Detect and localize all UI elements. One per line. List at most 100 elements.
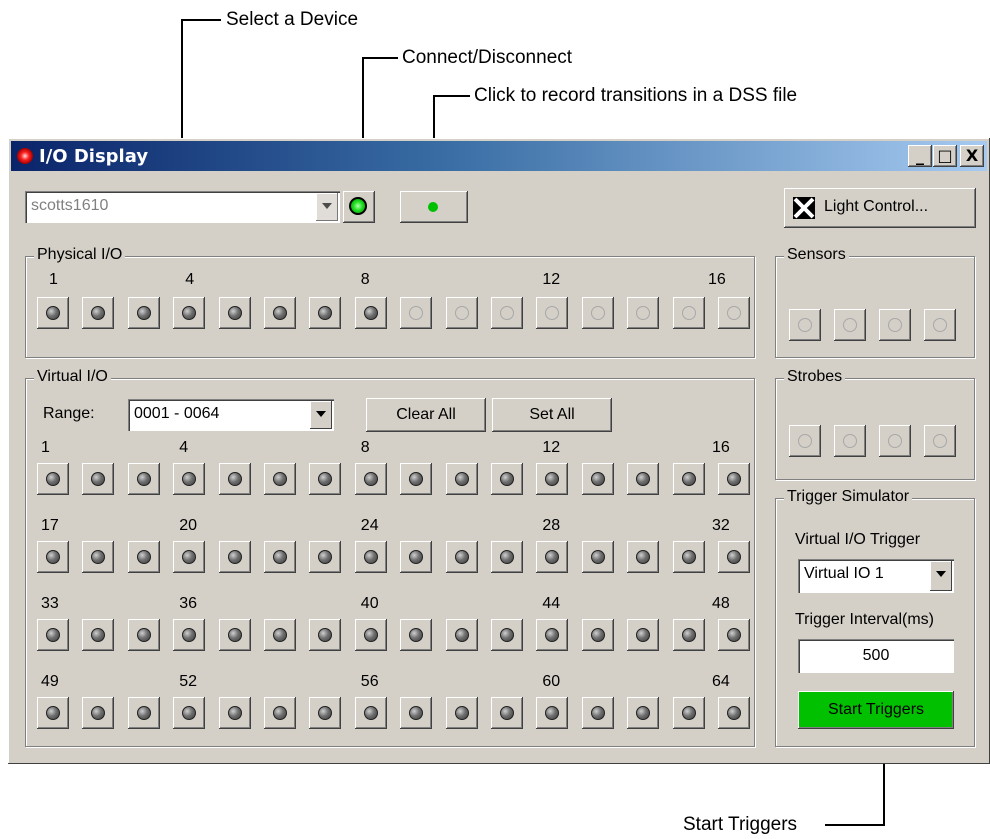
- virtual-io-led-64[interactable]: [718, 697, 750, 729]
- virtual-io-led-25[interactable]: [400, 541, 433, 573]
- virtual-io-led-7[interactable]: [309, 463, 342, 495]
- virtual-io-led-44[interactable]: [536, 619, 569, 651]
- strobe-led-1[interactable]: [789, 425, 821, 457]
- physical-io-led-14[interactable]: [627, 297, 660, 329]
- virtual-io-led-52[interactable]: [173, 697, 206, 729]
- virtual-io-led-36[interactable]: [173, 619, 206, 651]
- virtual-io-led-27[interactable]: [491, 541, 523, 573]
- virtual-io-led-49[interactable]: [37, 697, 69, 729]
- virtual-io-led-21[interactable]: [218, 541, 251, 573]
- maximize-button[interactable]: □: [933, 145, 957, 167]
- device-select[interactable]: scotts1610: [25, 191, 340, 223]
- record-button[interactable]: [400, 191, 468, 223]
- virtual-io-led-12[interactable]: [536, 463, 569, 495]
- virtual-io-led-32[interactable]: [718, 541, 750, 573]
- virtual-io-led-33[interactable]: [37, 619, 69, 651]
- physical-io-led-7[interactable]: [309, 297, 342, 329]
- strobe-led-2[interactable]: [834, 425, 866, 457]
- virtual-io-led-17[interactable]: [37, 541, 69, 573]
- virtual-io-led-46[interactable]: [627, 619, 660, 651]
- physical-io-led-10[interactable]: [445, 297, 478, 329]
- sensor-led-3[interactable]: [879, 309, 911, 341]
- virtual-io-led-37[interactable]: [218, 619, 251, 651]
- virtual-io-led-57[interactable]: [400, 697, 433, 729]
- virtual-io-led-48[interactable]: [718, 619, 750, 651]
- virtual-io-led-18[interactable]: [82, 541, 115, 573]
- virtual-io-led-9[interactable]: [400, 463, 433, 495]
- strobe-led-3[interactable]: [879, 425, 911, 457]
- virtual-io-led-61[interactable]: [581, 697, 614, 729]
- virtual-io-led-29[interactable]: [581, 541, 614, 573]
- clear-all-button[interactable]: Clear All: [366, 398, 486, 432]
- virtual-io-led-3[interactable]: [127, 463, 160, 495]
- virtual-io-led-41[interactable]: [400, 619, 433, 651]
- physical-io-led-11[interactable]: [491, 297, 523, 329]
- virtual-io-led-20[interactable]: [173, 541, 206, 573]
- vio-trigger-select[interactable]: Virtual IO 1: [798, 559, 954, 593]
- virtual-io-led-23[interactable]: [309, 541, 342, 573]
- virtual-io-led-2[interactable]: [82, 463, 115, 495]
- chevron-down-icon[interactable]: [310, 401, 332, 429]
- virtual-io-led-24[interactable]: [354, 541, 387, 573]
- set-all-button[interactable]: Set All: [492, 398, 612, 432]
- virtual-io-led-59[interactable]: [491, 697, 523, 729]
- virtual-io-led-38[interactable]: [264, 619, 296, 651]
- strobe-led-4[interactable]: [924, 425, 956, 457]
- virtual-io-led-15[interactable]: [672, 463, 705, 495]
- sensor-led-2[interactable]: [834, 309, 866, 341]
- virtual-io-led-13[interactable]: [581, 463, 614, 495]
- virtual-io-led-16[interactable]: [718, 463, 750, 495]
- physical-io-led-9[interactable]: [400, 297, 433, 329]
- virtual-io-led-26[interactable]: [445, 541, 478, 573]
- virtual-io-led-55[interactable]: [309, 697, 342, 729]
- virtual-io-led-45[interactable]: [581, 619, 614, 651]
- virtual-io-led-43[interactable]: [491, 619, 523, 651]
- sensor-led-1[interactable]: [789, 309, 821, 341]
- connect-toggle-button[interactable]: [343, 191, 375, 223]
- virtual-io-led-6[interactable]: [264, 463, 296, 495]
- virtual-io-led-50[interactable]: [82, 697, 115, 729]
- physical-io-led-5[interactable]: [218, 297, 251, 329]
- physical-io-led-13[interactable]: [581, 297, 614, 329]
- virtual-io-led-42[interactable]: [445, 619, 478, 651]
- virtual-io-led-47[interactable]: [672, 619, 705, 651]
- virtual-io-led-4[interactable]: [173, 463, 206, 495]
- trigger-interval-input[interactable]: 500: [798, 639, 954, 673]
- chevron-down-icon[interactable]: [930, 561, 952, 591]
- virtual-io-led-54[interactable]: [264, 697, 296, 729]
- virtual-io-led-62[interactable]: [627, 697, 660, 729]
- minimize-button[interactable]: _: [908, 145, 932, 167]
- range-select[interactable]: 0001 - 0064: [128, 399, 334, 431]
- virtual-io-led-53[interactable]: [218, 697, 251, 729]
- virtual-io-led-14[interactable]: [627, 463, 660, 495]
- virtual-io-led-31[interactable]: [672, 541, 705, 573]
- physical-io-led-8[interactable]: [354, 297, 387, 329]
- physical-io-led-4[interactable]: [173, 297, 206, 329]
- virtual-io-led-39[interactable]: [309, 619, 342, 651]
- virtual-io-led-10[interactable]: [445, 463, 478, 495]
- physical-io-led-12[interactable]: [536, 297, 569, 329]
- virtual-io-led-34[interactable]: [82, 619, 115, 651]
- physical-io-led-16[interactable]: [718, 297, 750, 329]
- close-button[interactable]: X: [960, 145, 984, 167]
- virtual-io-led-30[interactable]: [627, 541, 660, 573]
- virtual-io-led-35[interactable]: [127, 619, 160, 651]
- virtual-io-led-19[interactable]: [127, 541, 160, 573]
- virtual-io-led-8[interactable]: [354, 463, 387, 495]
- virtual-io-led-5[interactable]: [218, 463, 251, 495]
- virtual-io-led-11[interactable]: [491, 463, 523, 495]
- physical-io-led-15[interactable]: [672, 297, 705, 329]
- start-triggers-button[interactable]: Start Triggers: [798, 691, 954, 729]
- physical-io-led-2[interactable]: [82, 297, 115, 329]
- virtual-io-led-56[interactable]: [354, 697, 387, 729]
- virtual-io-led-28[interactable]: [536, 541, 569, 573]
- virtual-io-led-1[interactable]: [37, 463, 69, 495]
- virtual-io-led-51[interactable]: [127, 697, 160, 729]
- light-control-button[interactable]: Light Control...: [784, 188, 976, 228]
- virtual-io-led-58[interactable]: [445, 697, 478, 729]
- virtual-io-led-63[interactable]: [672, 697, 705, 729]
- sensor-led-4[interactable]: [924, 309, 956, 341]
- physical-io-led-6[interactable]: [264, 297, 296, 329]
- virtual-io-led-22[interactable]: [264, 541, 296, 573]
- virtual-io-led-60[interactable]: [536, 697, 569, 729]
